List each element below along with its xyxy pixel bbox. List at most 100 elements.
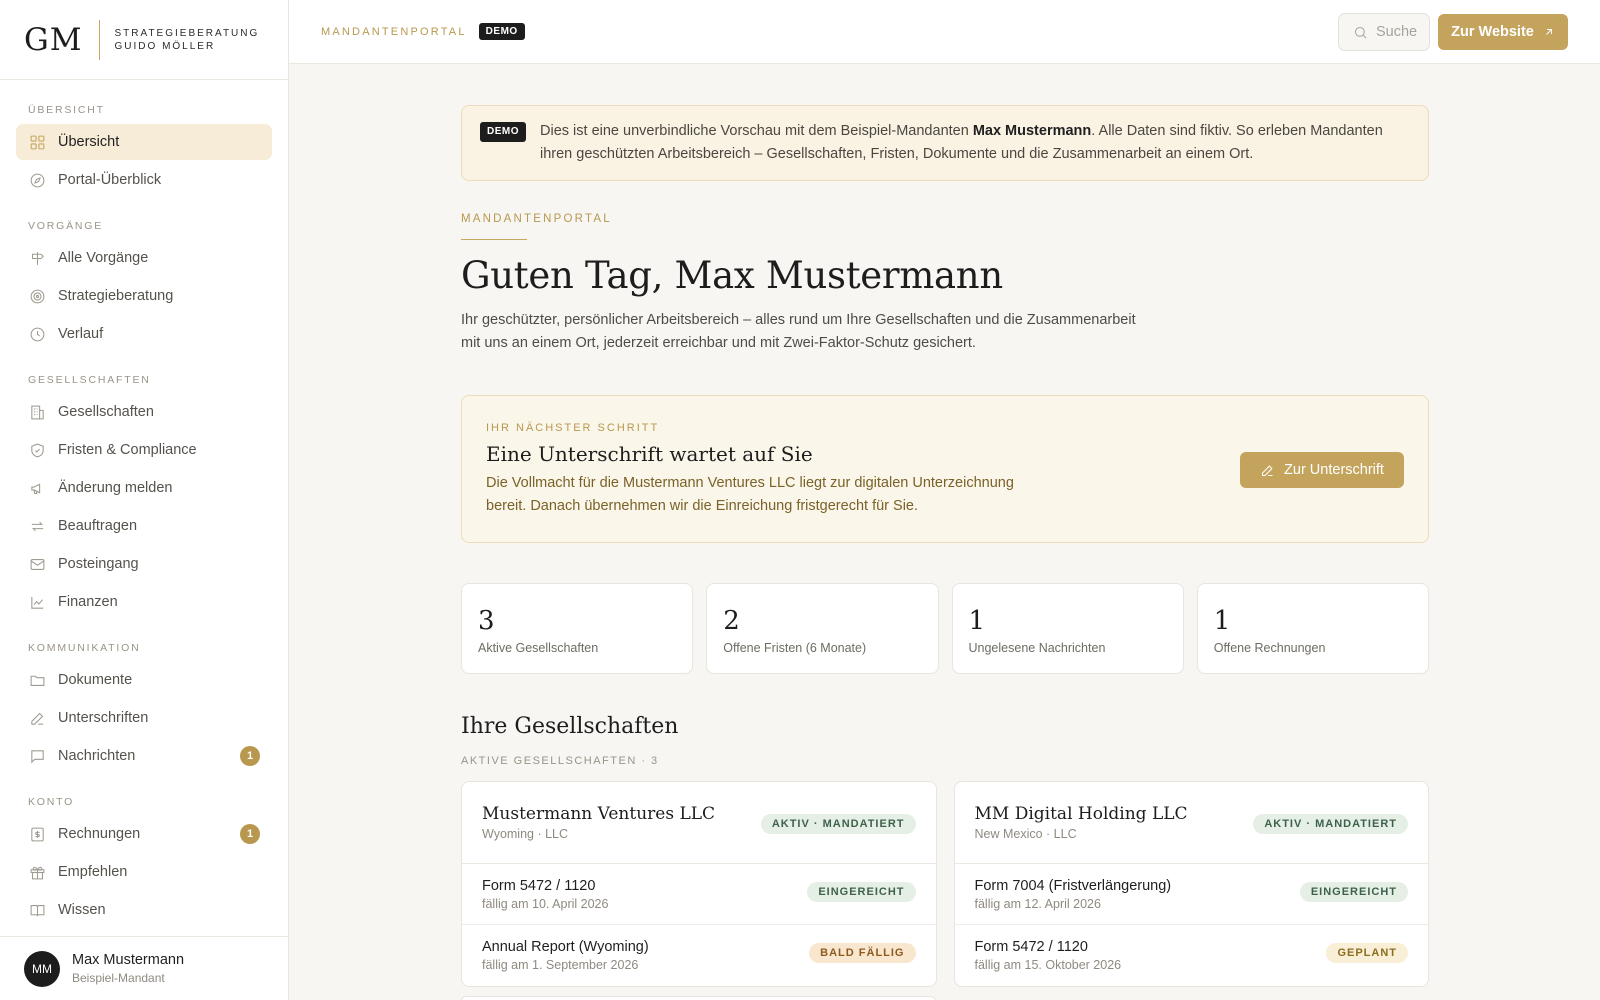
banner-highlight: Max Mustermann	[972, 123, 1092, 139]
filing-row[interactable]: Annual Report (Wyoming) fällig am 1. Sep…	[462, 925, 936, 986]
compass-icon	[28, 171, 46, 189]
sidebar-item-uebersicht[interactable]: Übersicht	[16, 124, 272, 160]
sidebar-item-rechnungen[interactable]: Rechnungen 1	[16, 816, 272, 852]
filing-row[interactable]: Form 5472 / 1120 fällig am 10. April 202…	[462, 864, 936, 925]
sidebar-item-beauftragen[interactable]: Beauftragen	[16, 508, 272, 544]
search-input[interactable]: Suche	[1338, 13, 1430, 51]
sidebar-item-nachrichten[interactable]: Nachrichten 1	[16, 738, 272, 774]
stat-label: Offene Fristen (6 Monate)	[723, 641, 867, 655]
sidebar-item-finanzen[interactable]: Finanzen	[16, 584, 272, 620]
companies-grid: Mustermann Ventures LLC Wyoming · LLC AK…	[461, 781, 1429, 987]
sidebar-item-label: Unterschriften	[58, 710, 149, 726]
external-arrow-icon	[1546, 29, 1552, 35]
sign-button[interactable]: Zur Unterschrift	[1240, 452, 1404, 488]
page-title: Guten Tag, Max Mustermann	[461, 254, 1003, 297]
message-icon	[28, 747, 46, 765]
mail-icon	[28, 555, 46, 573]
sidebar-item-label: Posteingang	[58, 556, 139, 572]
grid-icon	[28, 133, 46, 151]
status-badge: AKTIV · MANDATIERT	[760, 814, 916, 834]
filing-status-badge: BALD FÄLLIG	[809, 943, 916, 963]
sign-button-label: Zur Unterschrift	[1284, 462, 1384, 478]
stat-card[interactable]: 1 Offene Rechnungen	[1196, 583, 1429, 674]
demo-banner-text: Dies ist eine unverbindliche Vorschau mi…	[540, 120, 1408, 166]
demo-banner: DEMO Dies ist eine unverbindliche Vorsch…	[461, 105, 1429, 181]
unread-badge: 1	[240, 746, 260, 766]
brand-mark: GM	[24, 19, 100, 60]
sidebar-item-dokumente[interactable]: Dokumente	[16, 662, 272, 698]
user-name: Max Mustermann	[72, 952, 185, 968]
company-header: MM Digital Holding LLC New Mexico · LLC …	[954, 782, 1428, 864]
sidebar-item-label: Dokumente	[58, 672, 133, 688]
stat-value: 3	[478, 606, 495, 636]
sidebar-item-label: Rechnungen	[58, 826, 141, 842]
stat-value: 1	[1213, 606, 1231, 636]
company-header: Mustermann Ventures LLC Wyoming · LLC AK…	[462, 782, 936, 864]
user-profile[interactable]: MM Max Mustermann Beispiel-Mandant	[0, 936, 288, 1000]
filing-row[interactable]: Form 7004 (Fristverlängerung) fällig am …	[954, 864, 1428, 925]
topbar: MANDANTENPORTAL DEMO Suche Zur Website	[289, 0, 1600, 64]
sidebar-item-wissen[interactable]: Wissen	[16, 892, 272, 928]
company-card-partial	[461, 996, 936, 1000]
book-icon	[28, 901, 46, 919]
sidebar-nav: ÜBERSICHT Übersicht Portal-Überblick VOR…	[0, 80, 288, 936]
brand-logo[interactable]: GM STRATEGIEBERATUNG GUIDO MÖLLER	[0, 0, 288, 80]
status-badge: AKTIV · MANDATIERT	[1253, 814, 1408, 834]
repeat-icon	[28, 517, 46, 535]
filing-row[interactable]: Form 5472 / 1120 fällig am 15. Oktober 2…	[955, 925, 1429, 986]
stat-label: Aktive Gesellschaften	[478, 641, 599, 655]
stat-card[interactable]: 2 Offene Fristen (6 Monate)	[706, 583, 939, 674]
clock-icon	[28, 325, 46, 343]
main-content: DEMO Dies ist eine unverbindliche Vorsch…	[461, 105, 1429, 987]
target-icon	[28, 287, 46, 305]
sidebar-item-verlauf[interactable]: Verlauf	[16, 316, 272, 352]
brand-line-2: GUIDO MÖLLER	[114, 40, 216, 52]
sidebar-item-label: Übersicht	[58, 134, 120, 150]
search-icon	[1355, 26, 1367, 38]
sidebar-item-strategieberatung[interactable]: Strategieberatung	[16, 278, 272, 314]
sidebar-item-label: Nachrichten	[58, 748, 136, 764]
receipt-icon	[28, 825, 46, 843]
sidebar-item-label: Finanzen	[58, 594, 118, 610]
sidebar-item-label: Fristen & Compliance	[58, 442, 197, 458]
nav-section-title: GESELLSCHAFTEN	[28, 374, 151, 386]
sidebar-item-fristen-compliance[interactable]: Fristen & Compliance	[16, 432, 272, 468]
stat-label: Offene Rechnungen	[1213, 641, 1326, 655]
nav-section-title: VORGÄNGE	[28, 220, 104, 232]
megaphone-icon	[28, 479, 46, 497]
brand-line-1: STRATEGIEBERATUNG	[114, 27, 260, 39]
sidebar-item-posteingang[interactable]: Posteingang	[16, 546, 272, 582]
demo-tag: DEMO	[480, 122, 526, 142]
company-card[interactable]: Mustermann Ventures LLC Wyoming · LLC AK…	[461, 781, 937, 987]
pen-icon	[1262, 464, 1273, 476]
sidebar-item-alle-vorgaenge[interactable]: Alle Vorgänge	[16, 240, 272, 276]
sidebar-item-label: Gesellschaften	[58, 404, 154, 420]
sidebar-item-label: Änderung melden	[58, 480, 173, 496]
sidebar: GM STRATEGIEBERATUNG GUIDO MÖLLER ÜBERSI…	[0, 0, 289, 1000]
sidebar-item-empfehlen[interactable]: Empfehlen	[16, 854, 272, 890]
folder-icon	[28, 671, 46, 689]
filing-status-badge: EINGEREICHT	[807, 882, 916, 902]
sidebar-item-unterschriften[interactable]: Unterschriften	[16, 700, 272, 736]
nav-section-title: ÜBERSICHT	[28, 104, 105, 116]
stat-card[interactable]: 3 Aktive Gesellschaften	[461, 583, 694, 674]
shield-icon	[28, 441, 46, 459]
sidebar-item-label: Empfehlen	[58, 864, 128, 880]
stat-value: 1	[968, 606, 986, 636]
invoice-badge: 1	[240, 824, 260, 844]
website-button[interactable]: Zur Website	[1438, 14, 1568, 50]
gift-icon	[28, 863, 46, 881]
user-role: Beispiel-Mandant	[72, 971, 165, 985]
company-card[interactable]: MM Digital Holding LLC New Mexico · LLC …	[953, 781, 1429, 987]
stat-card[interactable]: 1 Ungelesene Nachrichten	[951, 583, 1184, 674]
demo-tag: DEMO	[478, 23, 525, 40]
pen-icon	[28, 709, 46, 727]
page-intro: Ihr geschützter, persönlicher Arbeitsber…	[461, 312, 1136, 351]
nav-section-title: KONTO	[28, 796, 75, 808]
sidebar-item-gesellschaften[interactable]: Gesellschaften	[16, 394, 272, 430]
sidebar-item-portal-ueberblick[interactable]: Portal-Überblick	[16, 162, 272, 198]
sidebar-item-aenderung-melden[interactable]: Änderung melden	[16, 470, 272, 506]
filing-status-badge: GEPLANT	[1326, 943, 1408, 963]
avatar: MM	[24, 950, 60, 987]
next-step-card: IHR NÄCHSTER SCHRITT Eine Unterschrift w…	[461, 395, 1429, 543]
